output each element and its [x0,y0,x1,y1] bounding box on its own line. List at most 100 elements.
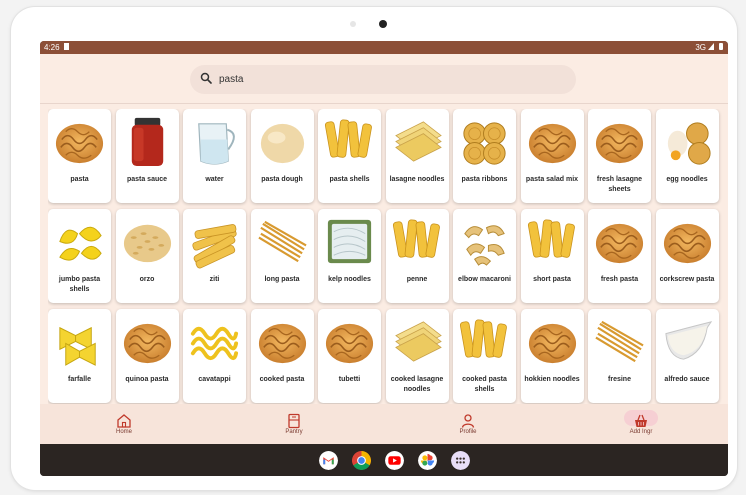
ingredient-card[interactable]: cavatappi [183,309,246,403]
ingredient-card[interactable]: jumbo pasta shells [48,209,111,303]
photos-icon[interactable] [418,451,437,470]
ingredient-card[interactable]: cooked lasagne noodles [385,309,449,403]
ingredient-label: cooked pasta shells [462,376,507,393]
ingredient-card[interactable]: ziti [183,209,246,303]
fusilli-image [123,323,171,364]
ingredient-label: elbow macaroni [458,276,511,283]
ingredient-card[interactable]: fresh pasta [588,209,651,303]
ingredient-card[interactable]: pasta [48,109,111,203]
ingredient-card[interactable]: pasta sauce [115,109,179,203]
fusilli-image [595,123,644,164]
ingredient-card[interactable]: short pasta [520,209,584,303]
ingredient-grid: pasta pasta sauce water pasta dough past… [48,109,726,405]
ingredient-card[interactable]: pasta ribbons [453,109,516,203]
nav-add-ingredient[interactable]: Add Ingr [601,404,681,444]
ingredient-label: alfredo sauce [664,376,710,383]
ingredient-label: cavatappi [198,376,231,383]
penne-image [527,219,575,258]
lasagne-image [394,121,442,162]
fusilli-image [663,223,711,264]
nav-profile[interactable]: Profile [428,404,508,444]
ingredient-label: pasta [70,176,89,183]
ingredient-card[interactable]: cooked pasta shells [453,309,516,403]
status-time: 4:26 [44,43,60,52]
ingredient-label: penne [406,276,428,283]
ingredient-label: lasagne noodles [389,176,445,183]
elbow-image [464,225,505,266]
ingredient-card[interactable]: water [183,109,246,203]
nav-pantry-label: Pantry [285,429,303,435]
sauce-boat-image [664,321,712,360]
ingredient-card[interactable]: hokkien noodles [520,309,584,403]
kelp-image [327,219,372,264]
nav-profile-label: Profile [459,429,477,435]
fusilli-image [528,123,576,164]
network-type: 3G [695,43,706,52]
ingredient-label: short pasta [533,276,571,283]
fusilli-image [325,323,374,364]
spaghetti-image [257,220,307,263]
ingredient-card[interactable]: elbow macaroni [453,209,516,303]
app-drawer-icon[interactable] [451,451,470,470]
bottom-nav: Home Pantry Profile Add Ingr [40,404,728,444]
nav-add-label: Add Ingr [629,429,653,435]
ingredient-label: egg noodles [666,176,708,183]
ingredient-card[interactable]: pasta shells [318,109,381,203]
ingredient-label: fresine [608,376,631,383]
ingredient-card[interactable]: tubetti [318,309,381,403]
ingredient-label: orzo [139,276,155,283]
search-input[interactable] [219,71,559,87]
ingredient-card[interactable]: corkscrew pasta [655,209,719,303]
ingredient-label: ziti [209,276,220,283]
system-dock [40,444,728,476]
light-sensor [350,21,356,27]
ingredient-card[interactable]: long pasta [250,209,314,303]
ingredient-card[interactable]: farfalle [48,309,111,403]
ingredient-label: water [205,176,224,183]
ingredient-card[interactable]: pasta salad mix [520,109,584,203]
ingredient-card[interactable]: alfredo sauce [655,309,719,403]
basket-icon [635,414,647,427]
chrome-icon[interactable] [352,451,371,470]
ingredient-card[interactable]: lasagne noodles [385,109,449,203]
ingredient-card[interactable]: fresine [588,309,651,403]
ingredient-card[interactable]: orzo [115,209,179,303]
nests-image [463,122,506,165]
ingredient-label: hokkien noodles [524,376,580,383]
nav-pantry[interactable]: Pantry [254,404,334,444]
tablet-frame: 4:26 3G pasta pasta sauce water past [11,7,737,490]
fusilli-image [595,223,644,264]
ingredient-label: quinoa pasta [125,376,169,383]
status-bar: 4:26 3G [40,41,728,54]
divider [40,103,728,104]
ingredient-card[interactable]: pasta dough [250,109,314,203]
ingredient-card[interactable]: kelp noodles [318,209,381,303]
fusilli-image [258,323,306,364]
home-icon [117,414,131,428]
ingredient-card[interactable]: egg noodles [655,109,719,203]
ingredient-card[interactable]: cooked pasta [250,309,314,403]
signal-icon [708,43,714,50]
ingredient-label: fresh pasta [600,276,639,283]
ingredient-label: fresh lasagne sheets [596,176,643,193]
ingredient-label: jumbo pasta shells [58,276,101,293]
ziti-image [192,224,237,269]
gmail-icon[interactable] [319,451,338,470]
ingredient-label: cooked pasta [259,376,305,383]
youtube-icon[interactable] [385,451,404,470]
search-bar[interactable] [190,65,576,94]
ingredient-label: kelp noodles [328,276,371,283]
ingredient-card[interactable]: quinoa pasta [115,309,179,403]
pantry-icon [288,413,300,429]
cavatappi-image [190,326,239,361]
ingredient-card[interactable]: fresh lasagne sheets [588,109,651,203]
screen: 4:26 3G pasta pasta sauce water past [40,41,728,476]
nav-home-label: Home [115,429,132,435]
farfalle-image [59,326,96,366]
spaghetti-image [595,320,644,363]
battery-icon [719,43,723,50]
nav-home[interactable]: Home [84,404,164,444]
ingredient-card[interactable]: penne [385,209,449,303]
fusilli-image [528,323,576,364]
penne-image [324,119,372,158]
